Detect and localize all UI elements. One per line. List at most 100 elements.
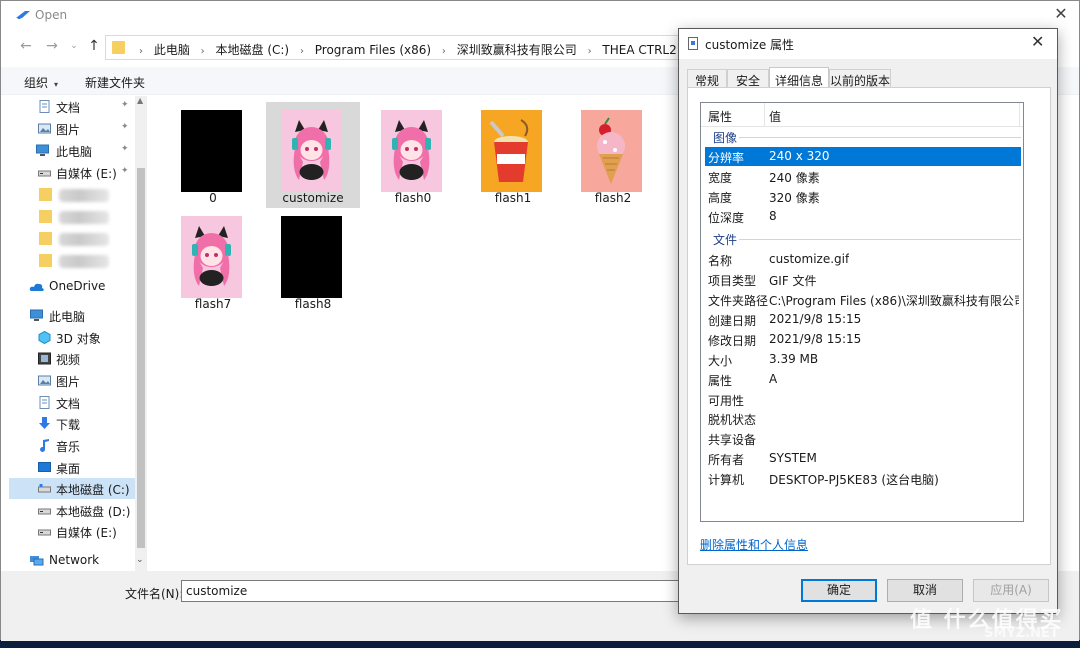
breadcrumb-separator-icon[interactable]: › (588, 46, 592, 57)
breadcrumb-separator-icon[interactable]: › (442, 46, 446, 57)
tab-general[interactable]: 常规 (687, 69, 727, 88)
sidebar-item-3d-objects[interactable]: 3D 对象 (9, 327, 137, 348)
file-item-selected[interactable]: customize (266, 102, 360, 208)
sidebar-item-network[interactable]: Network (9, 550, 137, 571)
sidebar-item-label: 此电脑 (49, 310, 86, 324)
file-thumbnail (181, 216, 242, 298)
detail-row[interactable]: 修改日期 2021/9/8 15:15 (701, 330, 1023, 349)
ok-button[interactable]: 确定 (801, 579, 877, 602)
detail-row[interactable]: 可用性 (701, 390, 1023, 409)
filename-input[interactable]: customize (181, 580, 681, 602)
detail-row[interactable]: 位深度 8 (701, 207, 1023, 226)
detail-row[interactable]: 大小 3.39 MB (701, 350, 1023, 369)
breadcrumb-item[interactable]: 深圳致赢科技有限公司 (457, 41, 577, 58)
back-arrow-icon[interactable]: ← (17, 38, 35, 56)
sidebar-scrollbar[interactable]: ▲ ⌄ (135, 96, 147, 571)
breadcrumb-separator-icon: › (139, 46, 143, 57)
sidebar-item-this-pc[interactable]: 此电脑 ✦ (9, 140, 137, 161)
detail-value: SYSTEM (769, 451, 817, 465)
sidebar-item-drive-c[interactable]: 本地磁盘 (C:) (9, 478, 137, 499)
detail-row[interactable]: 项目类型 GIF 文件 (701, 270, 1023, 289)
tab-previous-versions[interactable]: 以前的版本 (829, 69, 891, 88)
cancel-button[interactable]: 取消 (887, 579, 963, 602)
detail-row[interactable]: 高度 320 像素 (701, 187, 1023, 206)
watermark-site: SMYZ.NET (984, 626, 1059, 641)
properties-title-bar: customize 属性 ✕ (679, 29, 1057, 59)
up-arrow-icon[interactable]: ↑ (85, 38, 103, 56)
breadcrumb-item[interactable]: Program Files (x86) (315, 43, 431, 57)
detail-row[interactable]: 文件夹路径 C:\Program Files (x86)\深圳致赢科技有限公司\… (701, 290, 1023, 309)
sidebar-item-videos[interactable]: 视频 (9, 348, 137, 369)
detail-row[interactable]: 共享设备 (701, 429, 1023, 448)
ice-cream-thumbnail (597, 117, 625, 184)
sidebar-item-documents[interactable]: 文档 ✦ (9, 96, 137, 117)
detail-row[interactable]: 创建日期 2021/9/8 15:15 (701, 310, 1023, 329)
detail-row[interactable]: 脱机状态 (701, 409, 1023, 428)
app-icon (16, 11, 30, 19)
organize-button[interactable]: 组织 ▾ (24, 74, 58, 91)
file-item[interactable]: flash2 (566, 102, 660, 208)
sidebar-item-pictures-pc[interactable]: 图片 (9, 370, 137, 391)
document-icon (39, 100, 50, 113)
sidebar-item-folder[interactable] (9, 184, 137, 205)
column-divider[interactable] (764, 103, 765, 127)
tab-security[interactable]: 安全 (727, 69, 769, 88)
folder-icon (39, 210, 52, 223)
sidebar-item-folder[interactable] (9, 228, 137, 249)
column-header-property[interactable]: 属性 (708, 108, 732, 125)
apply-button[interactable]: 应用(A) (973, 579, 1049, 602)
sidebar-item-drive-e-pc[interactable]: 自媒体 (E:) (9, 521, 137, 542)
remove-properties-link[interactable]: 删除属性和个人信息 (700, 536, 808, 553)
detail-row-selected[interactable]: 分辨率 240 x 320 (705, 147, 1021, 166)
breadcrumb-separator-icon[interactable]: › (300, 46, 304, 57)
breadcrumb-item[interactable]: THEA CTRL2.0 (602, 43, 688, 57)
close-icon[interactable]: ✕ (1051, 4, 1071, 26)
sidebar-item-pictures[interactable]: 图片 ✦ (9, 118, 137, 139)
detail-row[interactable]: 计算机 DESKTOP-PJ5KE83 (这台电脑) (701, 469, 1023, 488)
pin-icon: ✦ (121, 122, 129, 132)
breadcrumb-item[interactable]: 此电脑 (154, 41, 190, 58)
detail-row[interactable]: 宽度 240 像素 (701, 167, 1023, 186)
sidebar-item-folder[interactable] (9, 206, 137, 227)
column-divider[interactable] (1019, 103, 1020, 127)
tab-details[interactable]: 详细信息 (769, 67, 829, 89)
drive-icon (38, 484, 51, 493)
detail-key: 名称 (708, 254, 733, 268)
pictures-icon (38, 123, 51, 134)
sidebar-item-drive-d[interactable]: 本地磁盘 (D:) (9, 500, 137, 521)
column-header-value[interactable]: 值 (769, 108, 781, 125)
scrollbar-thumb[interactable] (137, 168, 145, 548)
sidebar-item-onedrive[interactable]: OneDrive (9, 276, 137, 297)
detail-key: 位深度 (708, 211, 745, 225)
file-item[interactable]: flash0 (366, 102, 460, 208)
details-list[interactable]: 属性 值 图像 分辨率 240 x 320 宽度 240 像素 高度 320 像… (700, 102, 1024, 522)
scroll-up-icon[interactable]: ▲ (137, 96, 143, 105)
detail-row[interactable]: 所有者 SYSTEM (701, 449, 1023, 468)
detail-row[interactable]: 属性 A (701, 370, 1023, 389)
group-label: 图像 (713, 131, 738, 145)
file-thumbnail (281, 216, 342, 298)
sidebar-item-this-pc-root[interactable]: 此电脑 (9, 305, 137, 326)
sidebar-item-downloads[interactable]: 下载 (9, 413, 137, 434)
sidebar-item-desktop[interactable]: 桌面 (9, 457, 137, 478)
address-box[interactable]: › 此电脑 › 本地磁盘 (C:) › Program Files (x86) … (105, 35, 705, 60)
file-item[interactable]: flash8 (266, 208, 360, 314)
close-icon[interactable]: ✕ (1031, 32, 1044, 51)
detail-value: GIF 文件 (769, 274, 817, 288)
sidebar-item-drive-e[interactable]: 自媒体 (E:) ✦ (9, 162, 137, 183)
breadcrumb-item[interactable]: 本地磁盘 (C:) (216, 41, 290, 58)
recent-locations-chevron-icon[interactable]: ⌄ (65, 41, 83, 59)
breadcrumb-separator-icon[interactable]: › (201, 46, 205, 57)
detail-row[interactable]: 名称 customize.gif (701, 250, 1023, 269)
new-folder-button[interactable]: 新建文件夹 (85, 74, 145, 91)
scroll-down-icon[interactable]: ⌄ (136, 555, 144, 565)
file-item[interactable]: 0 (166, 102, 260, 208)
sidebar-item-documents-pc[interactable]: 文档 (9, 392, 137, 413)
pin-icon: ✦ (121, 144, 129, 154)
forward-arrow-icon[interactable]: → (43, 38, 61, 56)
sidebar-item-folder[interactable] (9, 250, 137, 271)
file-item[interactable]: flash7 (166, 208, 260, 314)
sidebar-item-music[interactable]: 音乐 (9, 435, 137, 456)
file-item[interactable]: flash1 (466, 102, 560, 208)
detail-value: 320 像素 (769, 191, 820, 205)
